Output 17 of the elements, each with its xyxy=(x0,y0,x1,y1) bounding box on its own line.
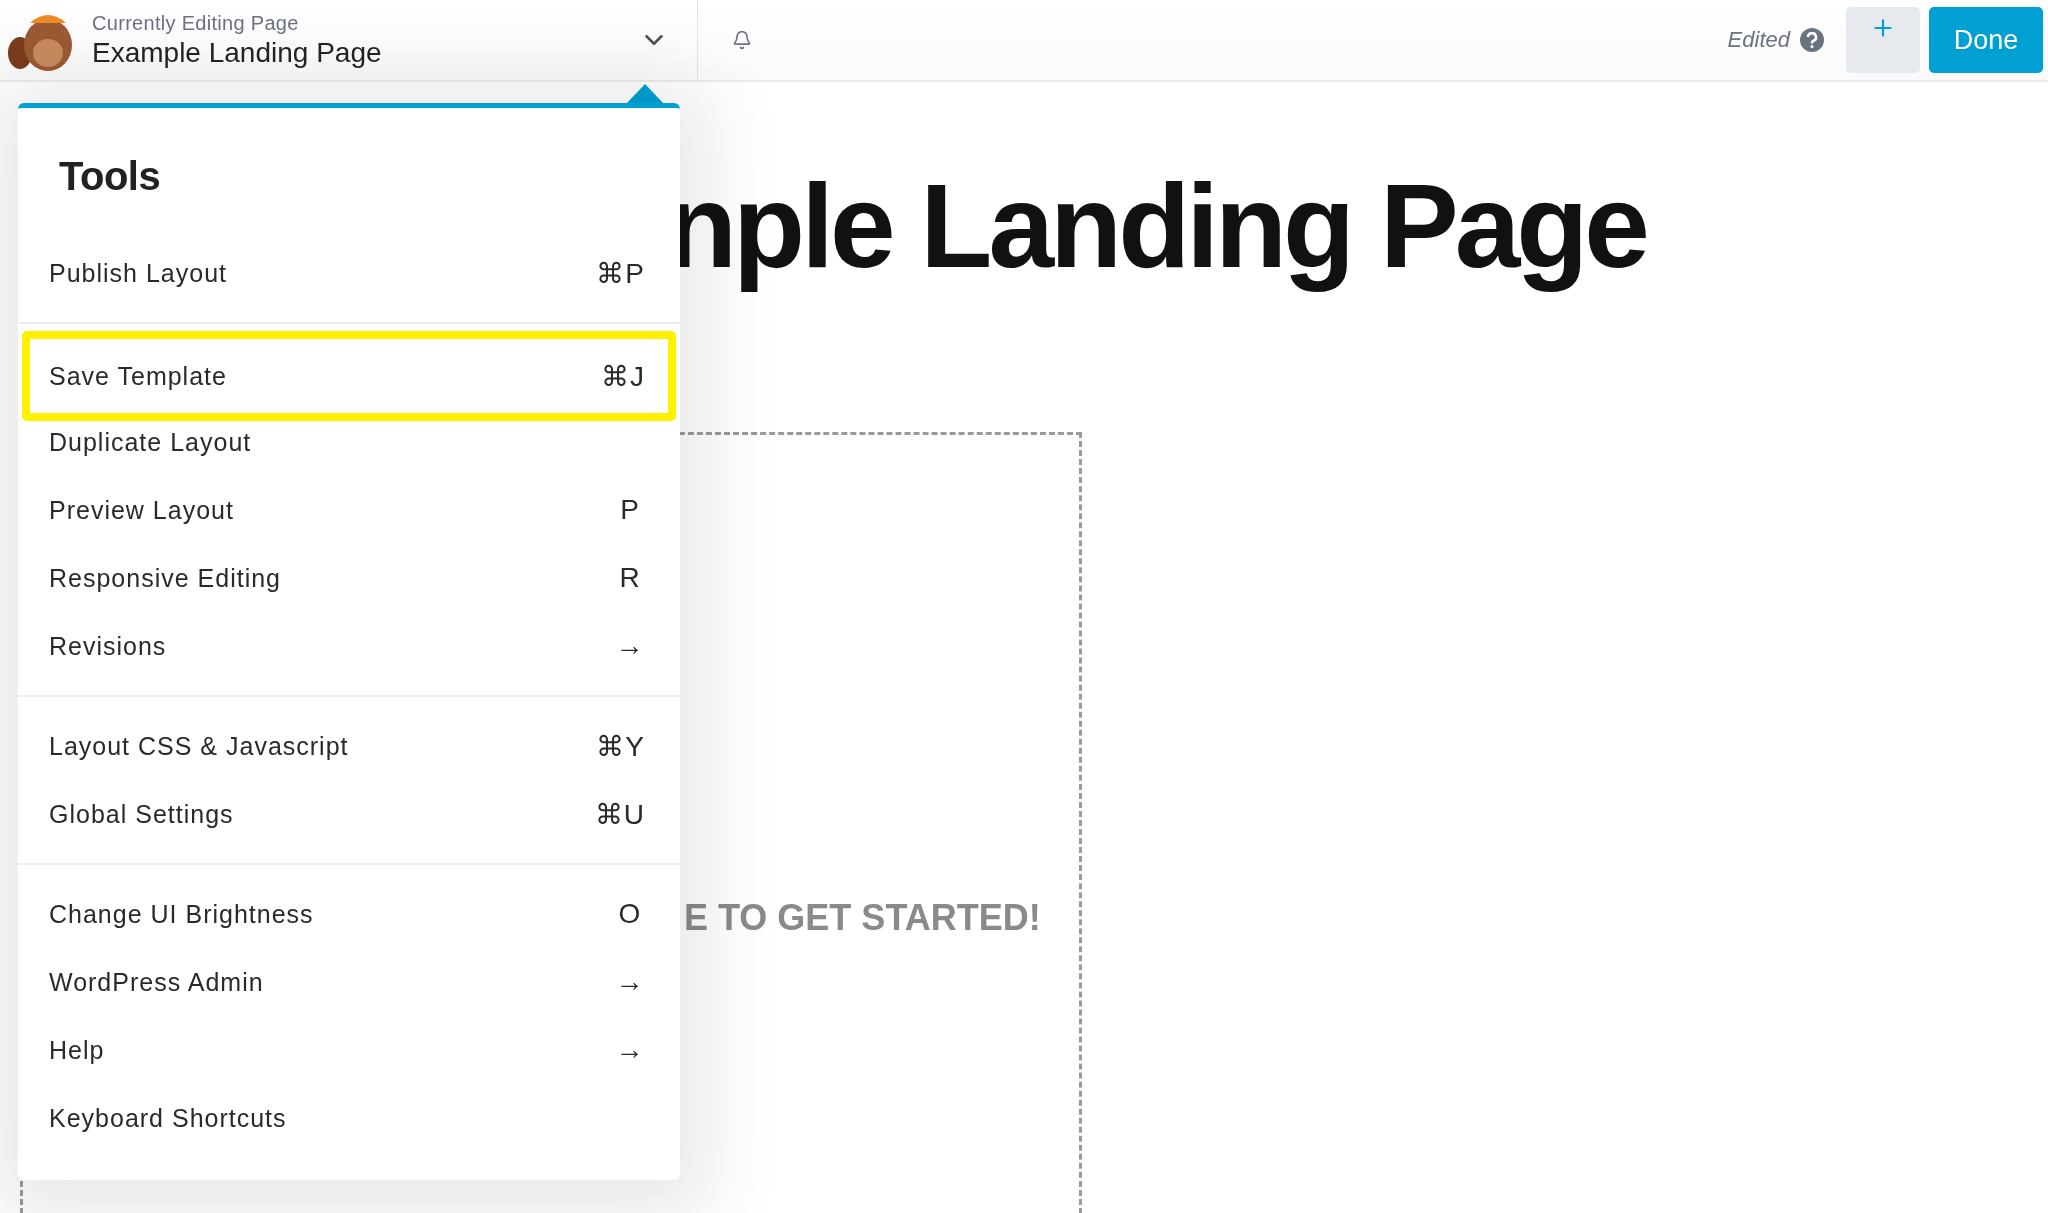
page-title: Example Landing Page xyxy=(92,36,383,69)
menu-item[interactable]: Revisions → xyxy=(22,612,676,680)
subtitle: Currently Editing Page xyxy=(92,11,300,35)
drop-prompt: E TO GET STARTED! xyxy=(684,896,1042,939)
menu-item[interactable]: Keyboard Shortcuts xyxy=(22,1084,676,1152)
menu-item[interactable]: Layout CSS & Javascript ⌘Y xyxy=(22,712,676,780)
bell-icon[interactable] xyxy=(732,30,752,50)
menu-item[interactable]: Responsive Editing R xyxy=(22,544,676,612)
menu-item[interactable]: Change UI Brightness O xyxy=(22,880,676,948)
help-icon[interactable] xyxy=(1800,28,1824,52)
menu-title: Tools xyxy=(58,153,162,200)
menu-item[interactable]: WordPress Admin → xyxy=(22,948,676,1016)
menu-item[interactable]: Save Template ⌘J xyxy=(22,331,676,421)
menu-item[interactable]: Preview Layout P xyxy=(22,476,676,544)
menu-item[interactable]: Help → xyxy=(22,1016,676,1084)
menu-item[interactable]: Global Settings ⌘U xyxy=(22,780,676,848)
status-label: Edited xyxy=(1727,27,1790,53)
